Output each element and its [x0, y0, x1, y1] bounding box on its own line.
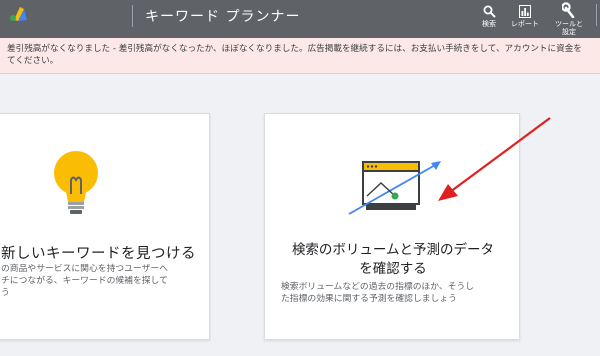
- header-divider-right: [596, 4, 597, 26]
- page-title: キーワード プランナー: [145, 9, 301, 25]
- search-volume-description: 検索ボリュームなどの過去の指標のほか、そうし た指標の効果に関する予測を確認しま…: [281, 281, 511, 305]
- search-volume-forecast-card[interactable]: 検索のボリュームと予測のデータ を確認する 検索ボリュームなどの過去の指標のほか…: [264, 113, 520, 340]
- search-tool-label: 検索: [482, 20, 496, 28]
- tools-settings-button[interactable]: ツールと 設定: [552, 0, 586, 38]
- search-volume-title-line1: 検索のボリュームと予測のデータ: [291, 242, 495, 258]
- tools-label-line2: 設定: [562, 28, 576, 36]
- search-tool-button[interactable]: 検索: [478, 0, 500, 38]
- search-volume-title-line2: を確認する: [359, 261, 427, 277]
- report-tool-button[interactable]: レポート: [508, 0, 542, 38]
- search-volume-desc-line1: 検索ボリュームなどの過去の指標のほか、そうし: [281, 282, 475, 292]
- banner-text-line1: 差引残高がなくなりました - 差引残高がなくなったか、ほぼなくなりました。広告掲…: [7, 44, 582, 54]
- search-icon: [483, 5, 496, 18]
- find-keywords-title: 新しいキーワードを見つける: [1, 246, 196, 262]
- bar-chart-icon: [519, 5, 531, 18]
- find-keywords-desc-line2: チにつながる、キーワードの候補を探して: [1, 276, 168, 286]
- header-divider: [132, 5, 133, 27]
- find-keywords-desc-line3: う: [1, 288, 10, 298]
- banner-text-line2: てください。: [7, 56, 59, 66]
- search-volume-title: 検索のボリュームと予測のデータ を確認する: [275, 241, 511, 279]
- tools-label-line1: ツールと: [555, 20, 583, 28]
- lightbulb-icon: [54, 151, 98, 214]
- find-new-keywords-card[interactable]: 新しいキーワードを見つける の商品やサービスに関心を持つユーザーへ チにつながる…: [0, 113, 210, 340]
- google-ads-logo-icon[interactable]: [8, 4, 28, 22]
- search-volume-desc-line2: た指標の効果に関する予測を確認しましょう: [281, 294, 457, 304]
- find-keywords-description: の商品やサービスに関心を持つユーザーへ チにつながる、キーワードの候補を探して …: [1, 263, 201, 299]
- find-keywords-desc-line1: の商品やサービスに関心を持つユーザーへ: [1, 264, 168, 274]
- report-tool-label: レポート: [511, 20, 539, 28]
- balance-warning-banner: 差引残高がなくなりました - 差引残高がなくなったか、ほぼなくなりました。広告掲…: [0, 38, 600, 74]
- wrench-icon: [562, 2, 575, 18]
- tools-settings-label: ツールと 設定: [555, 20, 583, 36]
- top-app-bar: キーワード プランナー 検索 レポート ツールと 設定: [0, 0, 600, 38]
- trend-chart-icon: [348, 161, 441, 215]
